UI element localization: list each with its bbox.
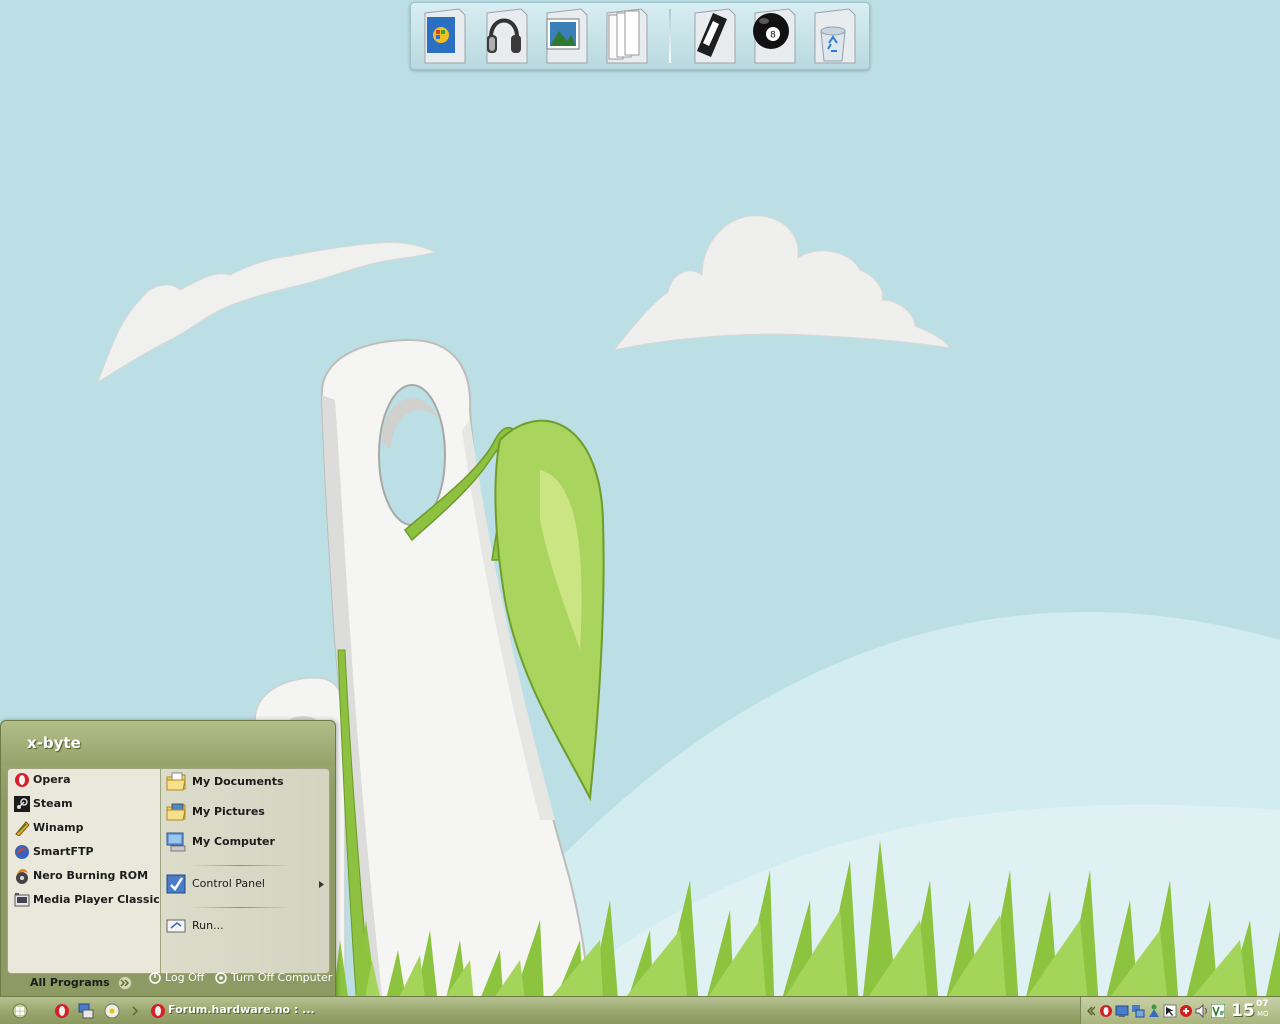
pinned-item-smartftp[interactable]: SmartFTP: [10, 841, 158, 863]
headphones-folder-icon[interactable]: [481, 7, 533, 65]
pinned-item-nero[interactable]: Nero Burning ROM: [10, 865, 158, 887]
nero-icon: [16, 869, 28, 884]
tray-opera-icon[interactable]: [1099, 1004, 1113, 1018]
my-pictures-icon: [166, 803, 186, 821]
my-computer-icon: [166, 832, 186, 852]
start-menu: x-byte Opera Steam Winamp SmartFTP Nero …: [0, 720, 336, 998]
place-my-pictures[interactable]: My Pictures: [161, 801, 327, 823]
clock-day[interactable]: MO: [1257, 1010, 1269, 1018]
place-label: My Computer: [192, 835, 275, 848]
clock-minute[interactable]: 07: [1256, 999, 1269, 1009]
places-panel: My Documents My Pictures My Computer Con…: [160, 768, 330, 974]
place-label: My Documents: [192, 775, 284, 788]
steam-icon: [14, 796, 30, 812]
clock-hour[interactable]: 15: [1231, 1001, 1255, 1021]
quick-launch-media-icon[interactable]: [104, 1003, 120, 1019]
desktop[interactable]: 8 x-byte Opera Steam Winamp SmartFTP Ner…: [0, 0, 1280, 1024]
start-menu-header: x-byte: [1, 721, 335, 765]
media-player-classic-icon: [14, 893, 30, 907]
pictures-folder-icon[interactable]: [541, 7, 593, 65]
control-panel-label: Control Panel: [192, 877, 265, 890]
tray-network-icon[interactable]: [1131, 1004, 1145, 1018]
smartftp-icon: [15, 845, 29, 859]
run-label: Run...: [192, 919, 224, 932]
tray-volume-icon[interactable]: [1195, 1004, 1209, 1018]
dock: 8: [410, 2, 870, 70]
video-cassette-folder-icon[interactable]: [689, 7, 741, 65]
pinned-item-label: Steam: [33, 797, 73, 810]
recycle-bin-icon[interactable]: [809, 7, 861, 65]
pinned-item-label: Winamp: [33, 821, 84, 834]
turn-off-label: Turn Off Computer: [231, 971, 333, 984]
my-documents-icon: [166, 772, 186, 791]
place-my-computer[interactable]: My Computer: [161, 831, 327, 853]
pinned-programs-panel: Opera Steam Winamp SmartFTP Nero Burning…: [7, 768, 161, 990]
system-tray: 15 07 MO: [1080, 997, 1280, 1024]
pinned-item-opera[interactable]: Opera: [10, 769, 158, 791]
tray-ventrilo-icon[interactable]: [1211, 1004, 1225, 1018]
pinned-item-label: SmartFTP: [33, 845, 94, 858]
windows-folder-icon[interactable]: [419, 7, 471, 65]
turn-off-button[interactable]: Turn Off Computer: [215, 969, 332, 987]
log-off-button[interactable]: Log Off: [149, 969, 209, 987]
place-my-documents[interactable]: My Documents: [161, 771, 327, 793]
log-off-label: Log Off: [165, 971, 205, 984]
quick-launch-chevron-icon[interactable]: [130, 1005, 140, 1017]
eight-ball-number: 8: [770, 31, 776, 41]
quick-launch-opera-icon[interactable]: [54, 1003, 70, 1019]
place-label: My Pictures: [192, 805, 265, 818]
user-name: x-byte: [27, 734, 81, 752]
run-item[interactable]: Run...: [161, 915, 327, 937]
log-off-icon: [149, 972, 161, 984]
tray-expand-chevron-icon[interactable]: [1085, 1004, 1095, 1018]
quick-launch-network-icon[interactable]: [78, 1003, 94, 1019]
dock-separator: [669, 9, 671, 63]
pinned-item-label: Opera: [33, 773, 71, 786]
documents-folder-icon[interactable]: [601, 7, 653, 65]
control-panel-item[interactable]: Control Panel: [161, 873, 327, 895]
control-panel-icon: [166, 874, 186, 894]
power-icon: [215, 972, 227, 984]
all-programs-button[interactable]: All Programs: [30, 972, 110, 994]
taskbar-button-forum[interactable]: Forum.hardware.no : ...: [146, 999, 315, 1022]
double-chevron-right-icon[interactable]: [118, 976, 132, 990]
start-button-icon[interactable]: [12, 1003, 28, 1019]
tray-mouse-icon[interactable]: [1163, 1004, 1177, 1018]
submenu-arrow-icon: [319, 881, 324, 888]
winamp-icon: [15, 821, 30, 836]
pinned-item-steam[interactable]: Steam: [10, 793, 158, 815]
opera-icon: [15, 773, 29, 787]
taskbar-button-label: Forum.hardware.no : ...: [168, 1003, 315, 1016]
run-icon: [166, 919, 186, 933]
pinned-item-media-player-classic[interactable]: Media Player Classic: [10, 889, 160, 911]
opera-icon: [151, 1004, 165, 1018]
tray-display-icon[interactable]: [1115, 1004, 1129, 1018]
places-divider: [191, 865, 291, 866]
tray-messenger-icon[interactable]: [1147, 1004, 1161, 1018]
pinned-item-winamp[interactable]: Winamp: [10, 817, 158, 839]
eight-ball-folder-icon[interactable]: 8: [749, 7, 801, 65]
tray-antivirus-icon[interactable]: [1179, 1004, 1193, 1018]
pinned-item-label: Nero Burning ROM: [33, 869, 149, 882]
taskbar: Forum.hardware.no : ... 15 07 MO: [0, 996, 1280, 1024]
run-divider: [191, 907, 291, 908]
pinned-item-label: Media Player Classic: [33, 893, 160, 906]
